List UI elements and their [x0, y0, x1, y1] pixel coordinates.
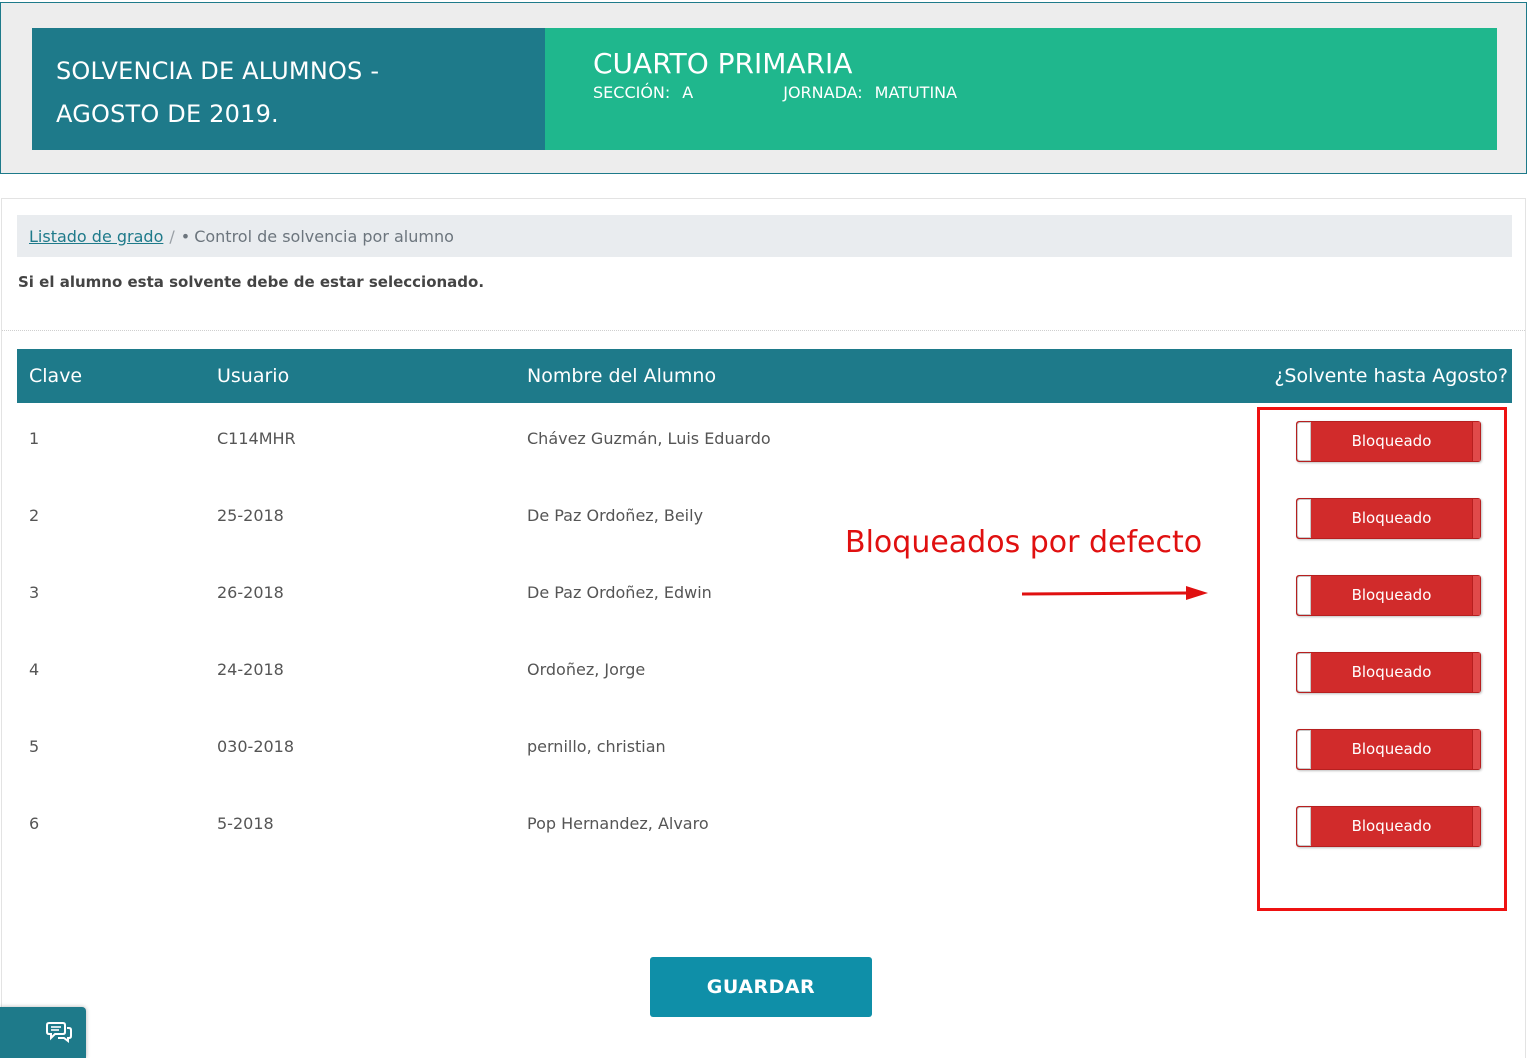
cell-nombre: Pop Hernandez, Alvaro	[527, 814, 709, 833]
breadcrumb-separator: /	[169, 226, 175, 246]
cell-usuario: 25-2018	[217, 506, 284, 525]
save-button[interactable]: GUARDAR	[650, 957, 872, 1017]
cell-nombre: De Paz Ordoñez, Edwin	[527, 583, 712, 602]
grade-info-box: CUARTO PRIMARIA SECCIÓN: A JORNADA: MATU…	[545, 28, 1497, 150]
seccion-value: A	[682, 83, 694, 102]
cell-clave: 2	[29, 506, 40, 525]
breadcrumb-bullet: •	[180, 226, 191, 246]
page-header: SOLVENCIA DE ALUMNOS - AGOSTO DE 2019. C…	[0, 2, 1527, 174]
cell-usuario: C114MHR	[217, 429, 296, 448]
cell-clave: 4	[29, 660, 40, 679]
cell-usuario: 24-2018	[217, 660, 284, 679]
column-header-solvente: ¿Solvente hasta Agosto?	[1274, 365, 1508, 387]
chat-bubbles-icon	[46, 1022, 72, 1043]
column-header-usuario: Usuario	[217, 365, 290, 387]
report-title-line-2: AGOSTO DE 2019.	[56, 100, 279, 128]
cell-nombre: Chávez Guzmán, Luis Eduardo	[527, 429, 771, 448]
breadcrumb-current: Control de solvencia por alumno	[194, 226, 454, 246]
jornada-value: MATUTINA	[874, 83, 958, 102]
column-header-clave: Clave	[29, 365, 83, 387]
divider	[2, 330, 1525, 331]
cell-usuario: 26-2018	[217, 583, 284, 602]
instruction-text: Si el alumno esta solvente debe de estar…	[18, 273, 485, 291]
annotation-arrow-icon	[1021, 586, 1208, 600]
cell-nombre: Ordoñez, Jorge	[527, 660, 646, 679]
breadcrumb: Listado de grado / • Control de solvenci…	[17, 215, 1512, 257]
cell-clave: 3	[29, 583, 40, 602]
cell-nombre: pernillo, christian	[527, 737, 666, 756]
cell-clave: 1	[29, 429, 40, 448]
column-header-nombre: Nombre del Alumno	[527, 365, 717, 387]
jornada-label: JORNADA:	[783, 83, 863, 102]
grade-meta: SECCIÓN: A JORNADA: MATUTINA	[593, 82, 1449, 104]
cell-usuario: 030-2018	[217, 737, 295, 756]
breadcrumb-link-listado[interactable]: Listado de grado	[29, 227, 163, 246]
table-header: Clave Usuario Nombre del Alumno ¿Solvent…	[17, 349, 1512, 403]
grade-title: CUARTO PRIMARIA	[593, 47, 853, 80]
seccion-info: SECCIÓN: A	[593, 82, 693, 104]
chat-widget-button[interactable]	[0, 1007, 86, 1058]
annotation-text: Bloqueados por defecto	[845, 525, 1203, 560]
report-title-box: SOLVENCIA DE ALUMNOS - AGOSTO DE 2019.	[32, 28, 545, 150]
report-title-line-1: SOLVENCIA DE ALUMNOS -	[56, 57, 380, 85]
jornada-info: JORNADA: MATUTINA	[783, 82, 957, 104]
cell-clave: 5	[29, 737, 40, 756]
annotation-highlight-box	[1257, 407, 1507, 911]
seccion-label: SECCIÓN:	[593, 83, 671, 102]
cell-clave: 6	[29, 814, 40, 833]
cell-nombre: De Paz Ordoñez, Beily	[527, 506, 704, 525]
cell-usuario: 5-2018	[217, 814, 274, 833]
